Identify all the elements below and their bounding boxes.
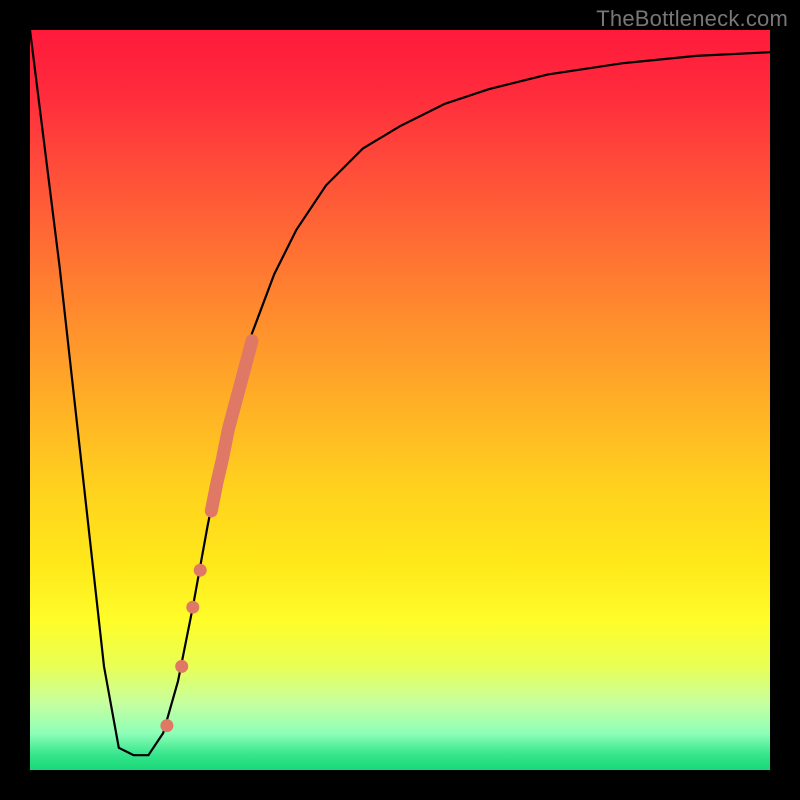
highlight-band xyxy=(211,341,252,511)
highlight-point xyxy=(175,660,188,673)
chart-svg xyxy=(30,30,770,770)
chart-plot-area xyxy=(30,30,770,770)
highlight-point xyxy=(186,601,199,614)
highlight-point xyxy=(160,719,173,732)
highlight-point xyxy=(194,564,207,577)
watermark-text: TheBottleneck.com xyxy=(596,6,788,32)
chart-frame: TheBottleneck.com xyxy=(0,0,800,800)
bottleneck-curve xyxy=(30,30,770,755)
